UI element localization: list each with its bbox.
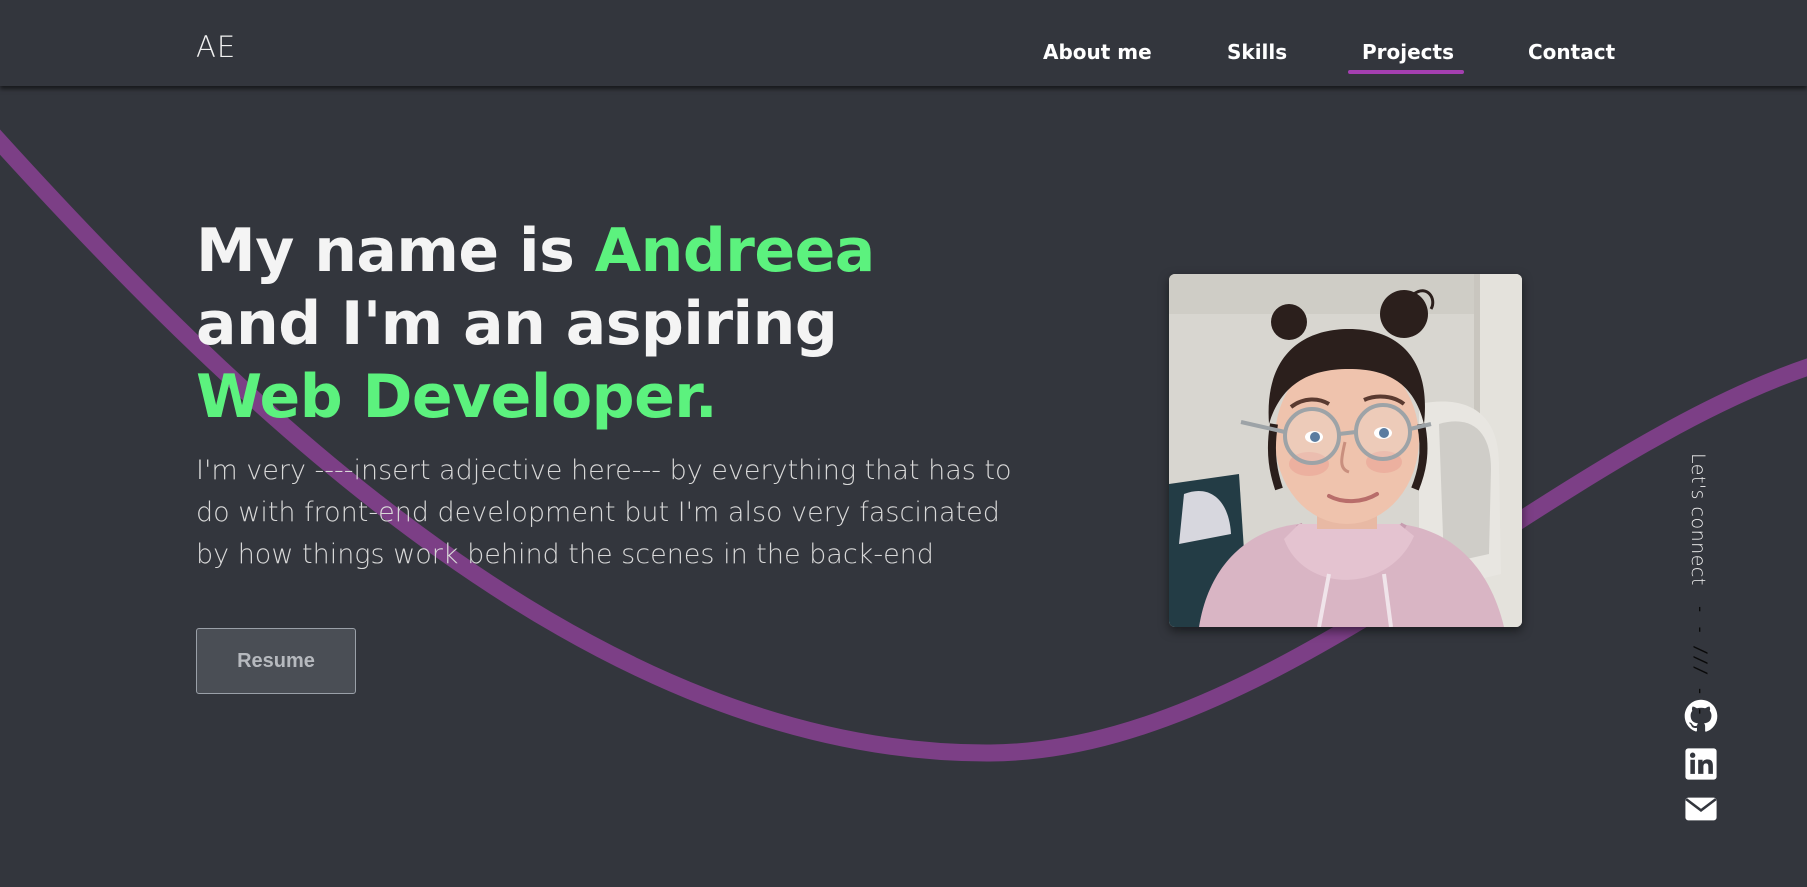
nav-link-contact[interactable]: Contact xyxy=(1528,40,1615,64)
title-intro: My name is xyxy=(196,216,595,286)
nav-link-skills[interactable]: Skills xyxy=(1227,40,1287,64)
hero-description: I'm very ----insert adjective here--- by… xyxy=(196,455,1012,570)
resume-button[interactable]: Resume xyxy=(196,628,356,694)
decorative-swoosh xyxy=(0,129,1807,762)
linkedin-icon[interactable] xyxy=(1684,747,1718,781)
nav-link-about-me[interactable]: About me xyxy=(1043,40,1152,64)
profile-photo xyxy=(1169,274,1522,627)
hero-title: My name is Andreea and I'm an aspiring Web… xyxy=(196,215,875,434)
page: AE About me Skills Projects Contact My n… xyxy=(0,0,1807,887)
lets-connect-label: Let's connect xyxy=(1687,453,1709,586)
title-name: Andreea xyxy=(594,216,876,286)
mail-icon[interactable] xyxy=(1684,792,1718,826)
navbar: AE About me Skills Projects Contact xyxy=(0,0,1807,86)
github-icon[interactable] xyxy=(1684,699,1718,733)
logo[interactable]: AE xyxy=(196,30,236,64)
title-line-2: and I'm an aspiring xyxy=(196,289,838,359)
nav-link-projects[interactable]: Projects xyxy=(1362,40,1454,64)
active-nav-indicator xyxy=(1348,70,1464,74)
title-role: Web Developer. xyxy=(196,362,718,432)
